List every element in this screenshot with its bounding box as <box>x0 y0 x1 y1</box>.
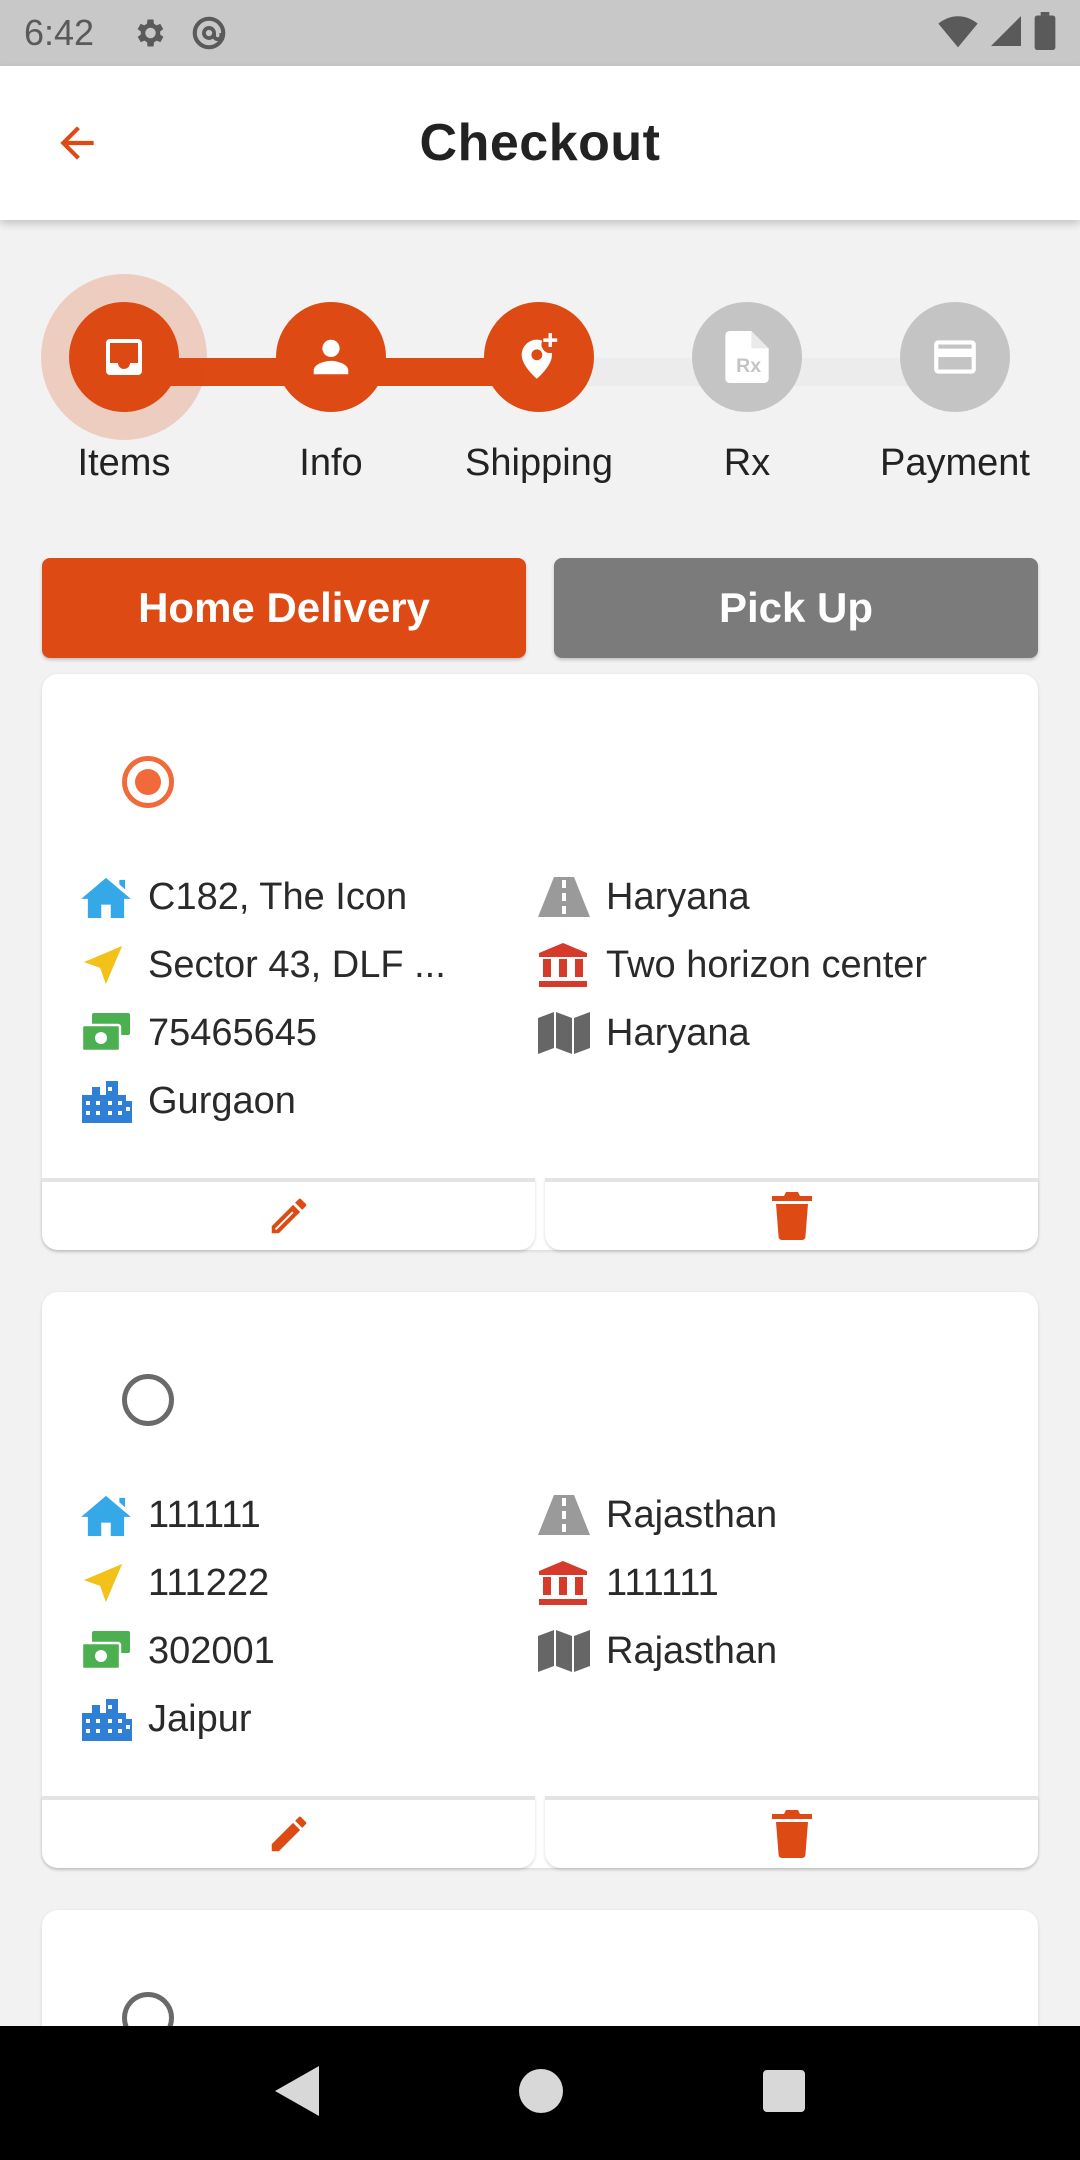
address-house-row: 111111 <box>80 1492 538 1538</box>
trash-icon <box>771 1810 812 1858</box>
checkout-stepper: Items Info Shipping Rx Rx Payment <box>0 270 1080 510</box>
address-state: Haryana <box>606 1011 750 1054</box>
address-landmark-row: Two horizon center <box>538 942 927 988</box>
status-time: 6:42 <box>24 12 95 53</box>
add-location-icon <box>521 333 558 379</box>
delete-address-button[interactable] <box>545 1178 1038 1250</box>
step-info[interactable]: Info <box>226 270 436 485</box>
address-state-row: Rajasthan <box>538 1628 777 1674</box>
address-street-row: 111222 <box>80 1560 538 1606</box>
address-pincode-row: 302001 <box>80 1628 538 1674</box>
edit-address-button[interactable] <box>42 1796 535 1868</box>
address-city: Gurgaon <box>148 1079 296 1122</box>
money-bills-icon <box>80 1628 134 1674</box>
address-pincode-row: 75465645 <box>80 1010 538 1056</box>
trash-icon <box>771 1192 812 1240</box>
settings-gear-icon <box>128 12 170 54</box>
address-pincode: 302001 <box>148 1629 275 1672</box>
person-icon <box>313 339 349 375</box>
step-rx[interactable]: Rx Rx <box>642 270 852 485</box>
arrow-back-icon <box>60 126 94 160</box>
home-icon <box>80 874 134 920</box>
address-city-row: Jaipur <box>80 1696 538 1742</box>
edit-address-button[interactable] <box>42 1178 535 1250</box>
address-city: Jaipur <box>148 1697 252 1740</box>
signal-icon <box>988 13 1024 54</box>
page-title: Checkout <box>419 114 661 172</box>
landmark-bank-icon <box>538 942 592 988</box>
city-buildings-icon <box>80 1696 134 1742</box>
step-items[interactable]: Items <box>19 270 229 485</box>
tab-pick-up[interactable]: Pick Up <box>554 558 1038 658</box>
status-bar: 6:42 <box>0 0 1080 66</box>
address-street: Sector 43, DLF ... <box>148 943 446 986</box>
delete-address-button[interactable] <box>545 1796 1038 1868</box>
address-landmark: Two horizon center <box>606 943 928 986</box>
map-icon <box>538 1010 592 1056</box>
address-landmark-row: 111111 <box>538 1560 777 1606</box>
address-state-row: Haryana <box>538 1010 927 1056</box>
step-shipping[interactable]: Shipping <box>434 270 644 485</box>
step-label: Info <box>299 442 363 484</box>
address-card[interactable]: C182, The Icon Sector 43, DLF ... 754656… <box>42 674 1038 1250</box>
wifi-icon <box>938 13 978 54</box>
navigation-arrow-icon <box>80 942 134 988</box>
money-bills-icon <box>80 1010 134 1056</box>
address-landmark: 111111 <box>606 1561 719 1604</box>
back-button[interactable] <box>44 110 110 176</box>
delivery-mode-tabs: Home Delivery Pick Up <box>42 558 1038 658</box>
home-icon <box>80 1492 134 1538</box>
address-state: Rajasthan <box>606 1629 778 1672</box>
address-street: 111222 <box>148 1561 270 1604</box>
address-radio-unselected[interactable] <box>122 1374 174 1426</box>
city-buildings-icon <box>80 1078 134 1124</box>
prescription-file-icon: Rx <box>725 331 769 383</box>
landmark-bank-icon <box>538 1560 592 1606</box>
map-icon <box>538 1628 592 1674</box>
pencil-icon <box>271 1816 306 1852</box>
road-icon <box>538 1492 592 1538</box>
address-pincode: 75465645 <box>148 1011 318 1054</box>
inbox-icon <box>106 339 142 375</box>
tab-home-delivery[interactable]: Home Delivery <box>42 558 526 658</box>
address-street-row: Sector 43, DLF ... <box>80 942 538 988</box>
address-city-row: Gurgaon <box>80 1078 538 1124</box>
app-bar: Checkout <box>0 66 1080 220</box>
battery-icon <box>1034 11 1056 55</box>
nav-home-icon[interactable] <box>519 2068 563 2118</box>
step-label: Shipping <box>465 442 613 484</box>
address-state-road: Haryana <box>606 875 750 918</box>
at-sign-icon <box>188 12 230 54</box>
address-radio-selected[interactable] <box>122 756 174 808</box>
address-card[interactable]: 111111 111222 302001 Jaipur Rajasthan 11… <box>42 1292 1038 1868</box>
nav-back-icon[interactable] <box>275 2065 319 2121</box>
step-label: Items <box>77 442 171 484</box>
credit-card-icon <box>934 340 976 374</box>
step-payment[interactable]: Payment <box>850 270 1060 485</box>
svg-text:Rx: Rx <box>736 355 761 377</box>
step-label: Rx <box>723 442 771 484</box>
address-house-row: C182, The Icon <box>80 874 538 920</box>
address-state-road-row: Haryana <box>538 874 927 920</box>
address-state-road: Rajasthan <box>606 1493 778 1536</box>
system-nav-bar <box>0 2026 1080 2160</box>
pencil-icon <box>271 1198 306 1234</box>
navigation-arrow-icon <box>80 1560 134 1606</box>
address-state-road-row: Rajasthan <box>538 1492 777 1538</box>
road-icon <box>538 874 592 920</box>
nav-recents-icon[interactable] <box>763 2069 805 2117</box>
step-label: Payment <box>880 442 1030 484</box>
address-house: 111111 <box>148 1493 261 1536</box>
address-house: C182, The Icon <box>148 875 408 918</box>
